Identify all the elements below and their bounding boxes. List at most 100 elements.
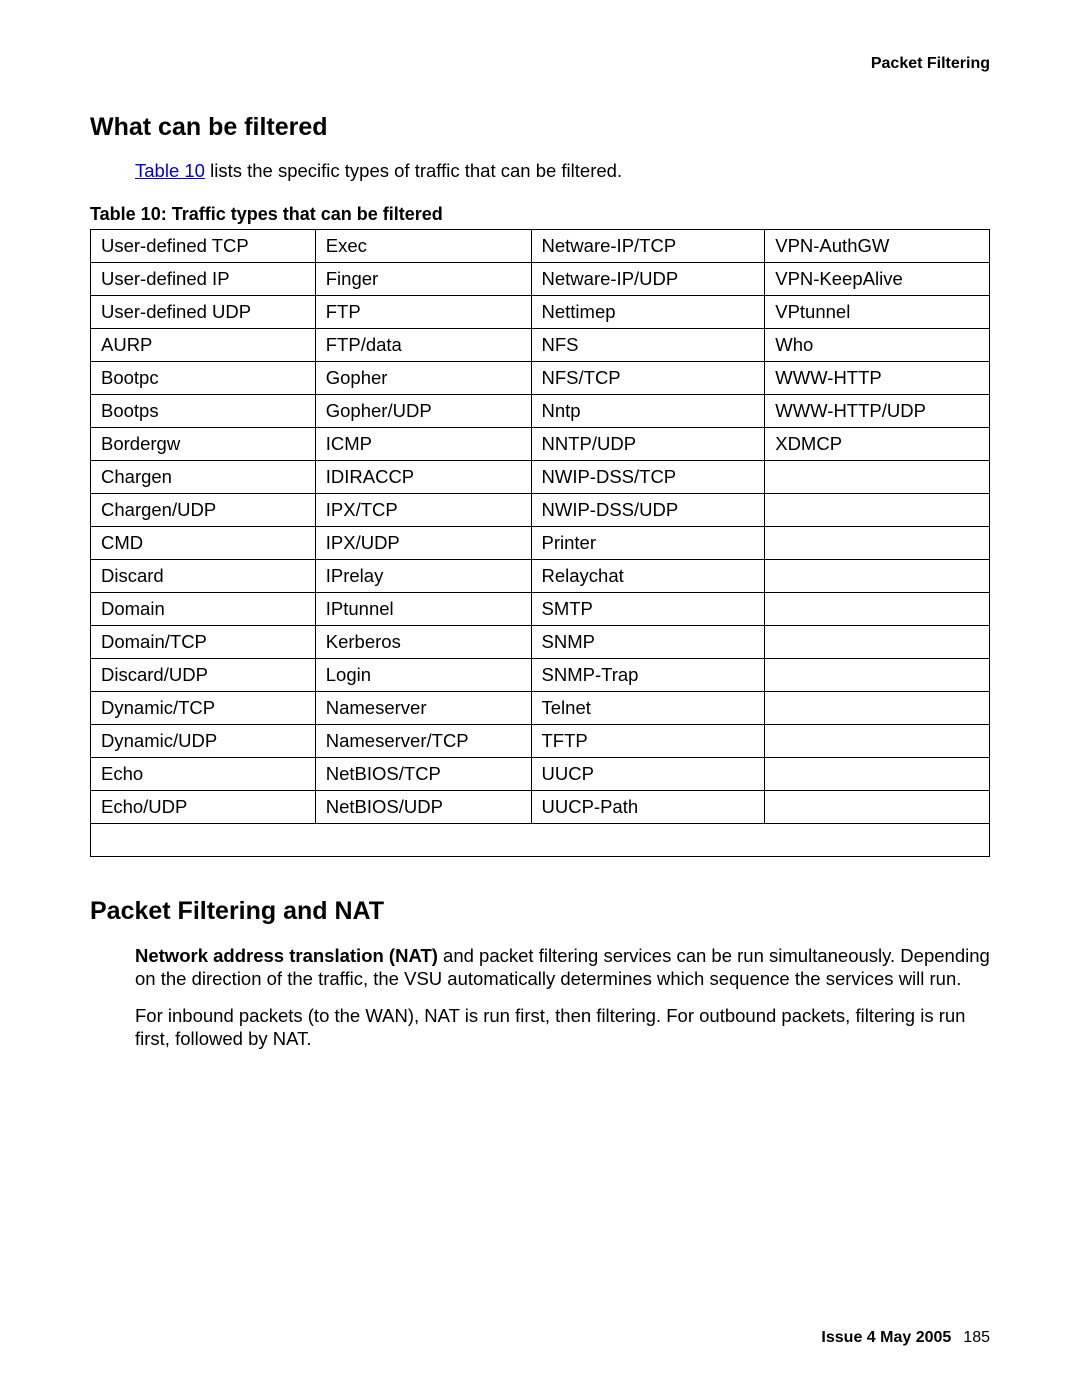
table-cell: Echo/UDP (91, 791, 316, 824)
table-cell: Discard (91, 560, 316, 593)
table-cell: SMTP (531, 593, 765, 626)
table-cell: VPN-KeepAlive (765, 263, 990, 296)
nat-paragraph-2: For inbound packets (to the WAN), NAT is… (135, 1004, 990, 1050)
table-cell: Nettimep (531, 296, 765, 329)
page-footer: Issue 4 May 2005 185 (821, 1329, 990, 1347)
table-reference-link[interactable]: Table 10 (135, 160, 205, 181)
table-cell: IPrelay (315, 560, 531, 593)
table-row: CMDIPX/UDPPrinter (91, 527, 990, 560)
table-cell: NFS/TCP (531, 362, 765, 395)
table-row: BootpsGopher/UDPNntpWWW-HTTP/UDP (91, 395, 990, 428)
table-cell: WWW-HTTP (765, 362, 990, 395)
table-cell: NNTP/UDP (531, 428, 765, 461)
footer-issue: Issue 4 May 2005 (821, 1329, 951, 1346)
table-cell (765, 527, 990, 560)
table-cell: Dynamic/UDP (91, 725, 316, 758)
table-cell: Nameserver/TCP (315, 725, 531, 758)
table-cell: NetBIOS/TCP (315, 758, 531, 791)
table-cell: AURP (91, 329, 316, 362)
page-header-right: Packet Filtering (90, 55, 990, 73)
table-row: ChargenIDIRACCPNWIP-DSS/TCP (91, 461, 990, 494)
table-row: User-defined UDPFTPNettimepVPtunnel (91, 296, 990, 329)
table-cell: IPX/TCP (315, 494, 531, 527)
table-cell: Dynamic/TCP (91, 692, 316, 725)
table-cell: FTP (315, 296, 531, 329)
table-cell: NFS (531, 329, 765, 362)
table-row: EchoNetBIOS/TCPUUCP (91, 758, 990, 791)
table-cell: NetBIOS/UDP (315, 791, 531, 824)
table-cell: SNMP-Trap (531, 659, 765, 692)
table-cell: ICMP (315, 428, 531, 461)
table-cell: User-defined UDP (91, 296, 316, 329)
table-cell: VPtunnel (765, 296, 990, 329)
footer-page-number: 185 (963, 1329, 990, 1346)
traffic-types-table: User-defined TCPExecNetware-IP/TCPVPN-Au… (90, 229, 990, 857)
table-cell: Bootps (91, 395, 316, 428)
table-cell: Chargen/UDP (91, 494, 316, 527)
table-cell: VPN-AuthGW (765, 230, 990, 263)
table-cell: FTP/data (315, 329, 531, 362)
table-cell: SNMP (531, 626, 765, 659)
section-heading-what-can-be-filtered: What can be filtered (90, 113, 990, 142)
table-cell: Domain (91, 593, 316, 626)
table-cell: Login (315, 659, 531, 692)
table-cell: Exec (315, 230, 531, 263)
table-cell: XDMCP (765, 428, 990, 461)
table-row: DomainIPtunnelSMTP (91, 593, 990, 626)
table-cell: IPX/UDP (315, 527, 531, 560)
table-cell: Finger (315, 263, 531, 296)
table-cell (765, 758, 990, 791)
table-spacer-cell (91, 824, 990, 857)
table-cell: Netware-IP/TCP (531, 230, 765, 263)
table-cell: Telnet (531, 692, 765, 725)
table-row: BordergwICMPNNTP/UDPXDMCP (91, 428, 990, 461)
table-cell: Domain/TCP (91, 626, 316, 659)
table-row: User-defined TCPExecNetware-IP/TCPVPN-Au… (91, 230, 990, 263)
table-cell: User-defined TCP (91, 230, 316, 263)
table-cell: UUCP (531, 758, 765, 791)
table-cell (765, 560, 990, 593)
table-spacer-row (91, 824, 990, 857)
table-cell (765, 791, 990, 824)
table-row: Discard/UDPLoginSNMP-Trap (91, 659, 990, 692)
table-cell: Echo (91, 758, 316, 791)
table-cell: UUCP-Path (531, 791, 765, 824)
table-cell: CMD (91, 527, 316, 560)
table-row: Domain/TCPKerberosSNMP (91, 626, 990, 659)
nat-paragraph-1: Network address translation (NAT) and pa… (135, 944, 990, 990)
table-cell: Relaychat (531, 560, 765, 593)
table-row: User-defined IPFingerNetware-IP/UDPVPN-K… (91, 263, 990, 296)
table-row: BootpcGopherNFS/TCPWWW-HTTP (91, 362, 990, 395)
section-heading-packet-filtering-and-nat: Packet Filtering and NAT (90, 897, 990, 926)
table-cell: Kerberos (315, 626, 531, 659)
table-row: AURPFTP/dataNFSWho (91, 329, 990, 362)
table-cell: Who (765, 329, 990, 362)
table-cell (765, 461, 990, 494)
table-cell: Nameserver (315, 692, 531, 725)
table-cell (765, 593, 990, 626)
table-row: Echo/UDPNetBIOS/UDPUUCP-Path (91, 791, 990, 824)
table-cell: Bordergw (91, 428, 316, 461)
table-row: DiscardIPrelayRelaychat (91, 560, 990, 593)
table-cell: Gopher (315, 362, 531, 395)
table-cell: Bootpc (91, 362, 316, 395)
table-cell: Printer (531, 527, 765, 560)
table-row: Dynamic/UDPNameserver/TCPTFTP (91, 725, 990, 758)
table-cell: IDIRACCP (315, 461, 531, 494)
table-cell: Chargen (91, 461, 316, 494)
table-cell (765, 659, 990, 692)
table-cell (765, 626, 990, 659)
table-row: Chargen/UDPIPX/TCPNWIP-DSS/UDP (91, 494, 990, 527)
intro-text: lists the specific types of traffic that… (205, 160, 622, 181)
table-cell: User-defined IP (91, 263, 316, 296)
table-cell: Discard/UDP (91, 659, 316, 692)
table-cell: Nntp (531, 395, 765, 428)
table-cell (765, 494, 990, 527)
table-cell: NWIP-DSS/TCP (531, 461, 765, 494)
table-cell: TFTP (531, 725, 765, 758)
table-cell: Netware-IP/UDP (531, 263, 765, 296)
table-row: Dynamic/TCPNameserverTelnet (91, 692, 990, 725)
table-cell: WWW-HTTP/UDP (765, 395, 990, 428)
table-cell (765, 692, 990, 725)
table-cell (765, 725, 990, 758)
